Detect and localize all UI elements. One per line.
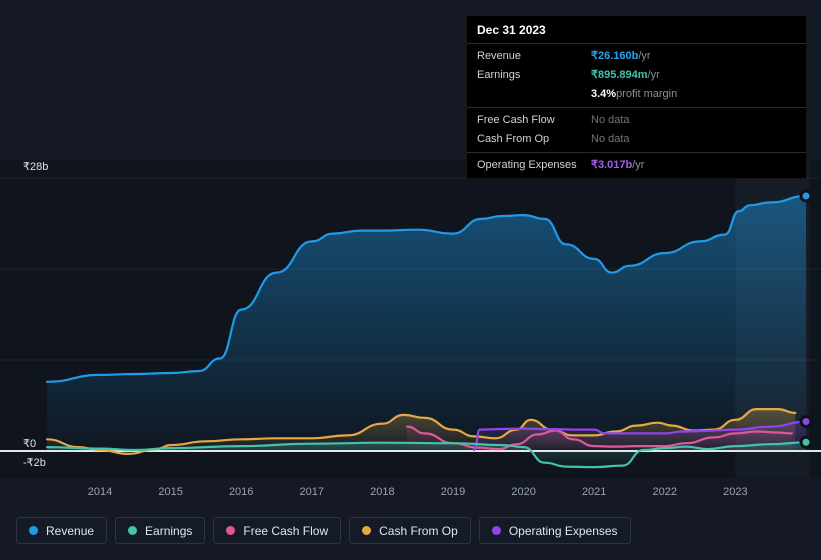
legend-item-earnings[interactable]: Earnings (115, 517, 206, 544)
tooltip-section-cash: Free Cash Flow No data Cash From Op No d… (467, 108, 806, 153)
legend-item-cash-from-op[interactable]: Cash From Op (349, 517, 471, 544)
cash-from-op-label: Cash From Op (477, 133, 550, 145)
end-dot-revenue (799, 189, 813, 203)
profit-margin-spacer (477, 87, 591, 102)
legend: Revenue Earnings Free Cash Flow Cash Fro… (16, 517, 631, 544)
free-cash-flow-label: Free Cash Flow (477, 114, 555, 126)
tooltip-row-operating-expenses: Operating Expenses ₹3.017b /yr (467, 156, 806, 175)
tooltip-row-free-cash-flow: Free Cash Flow No data (467, 111, 806, 130)
y-axis-label-zero: ₹0 (23, 438, 37, 450)
tooltip-row-revenue: Revenue ₹26.160b /yr (467, 47, 806, 66)
end-dot-earnings (799, 435, 813, 449)
x-axis-label: 2014 (87, 486, 113, 498)
tooltip-card: Dec 31 2023 Revenue ₹26.160b /yr Earning… (466, 15, 807, 179)
legend-label-revenue: Revenue (46, 523, 95, 538)
tooltip-section-income: Revenue ₹26.160b /yr Earnings ₹895.894m … (467, 44, 806, 108)
revenue-value: ₹26.160b (591, 50, 639, 62)
financials-chart-page: ₹28b ₹0 -₹2b 2014 2015 2016 2017 2018 2019 202… (0, 0, 821, 560)
x-axis-label: 2015 (158, 486, 183, 498)
y-axis-label-top: ₹28b (23, 161, 49, 173)
x-axis-label: 2016 (228, 486, 254, 498)
operating-expenses-dot-icon (491, 526, 501, 535)
tooltip-row-profit-margin: 3.4% profit margin (467, 85, 806, 104)
legend-label-free-cash-flow: Free Cash Flow (243, 523, 329, 538)
y-axis-label-bottom: -₹2b (23, 457, 46, 469)
earnings-dot-icon (128, 526, 138, 535)
legend-item-operating-expenses[interactable]: Operating Expenses (478, 517, 631, 544)
operating-expenses-unit: /yr (632, 159, 645, 171)
revenue-dot-icon (29, 526, 38, 535)
tooltip-row-earnings: Earnings ₹895.894m /yr (467, 66, 806, 85)
tooltip-row-cash-from-op: Cash From Op No data (467, 130, 806, 149)
revenue-unit: /yr (638, 50, 651, 62)
profit-margin-value: 3.4% (591, 88, 617, 100)
x-axis-label: 2023 (723, 486, 748, 498)
area-revenue (47, 195, 807, 451)
operating-expenses-label: Operating Expenses (477, 159, 577, 171)
free-cash-flow-dot-icon (226, 526, 236, 535)
earnings-value: ₹895.894m (591, 69, 648, 81)
legend-item-revenue[interactable]: Revenue (16, 517, 108, 544)
legend-item-free-cash-flow[interactable]: Free Cash Flow (213, 517, 342, 544)
legend-label-operating-expenses: Operating Expenses (508, 523, 618, 538)
cash-from-op-dot-icon (362, 526, 372, 535)
tooltip-section-expenses: Operating Expenses ₹3.017b /yr (467, 153, 806, 178)
x-axis-label: 2018 (370, 486, 395, 498)
end-dot-operating-expenses (799, 415, 813, 429)
x-axis-label: 2022 (652, 486, 678, 498)
legend-label-earnings: Earnings (145, 523, 193, 538)
earnings-label: Earnings (477, 69, 521, 81)
earnings-unit: /yr (647, 69, 660, 81)
tooltip-date: Dec 31 2023 (467, 16, 806, 44)
cash-from-op-value: No data (591, 133, 630, 145)
operating-expenses-value: ₹3.017b (591, 159, 633, 171)
x-axis-label: 2017 (299, 486, 325, 498)
free-cash-flow-value: No data (591, 114, 630, 126)
x-axis-label: 2019 (440, 486, 466, 498)
revenue-label: Revenue (477, 50, 522, 62)
profit-margin-text: profit margin (616, 88, 678, 100)
x-axis-label: 2021 (581, 486, 607, 498)
x-axis-label: 2020 (511, 486, 536, 498)
legend-label-cash-from-op: Cash From Op (379, 523, 458, 538)
